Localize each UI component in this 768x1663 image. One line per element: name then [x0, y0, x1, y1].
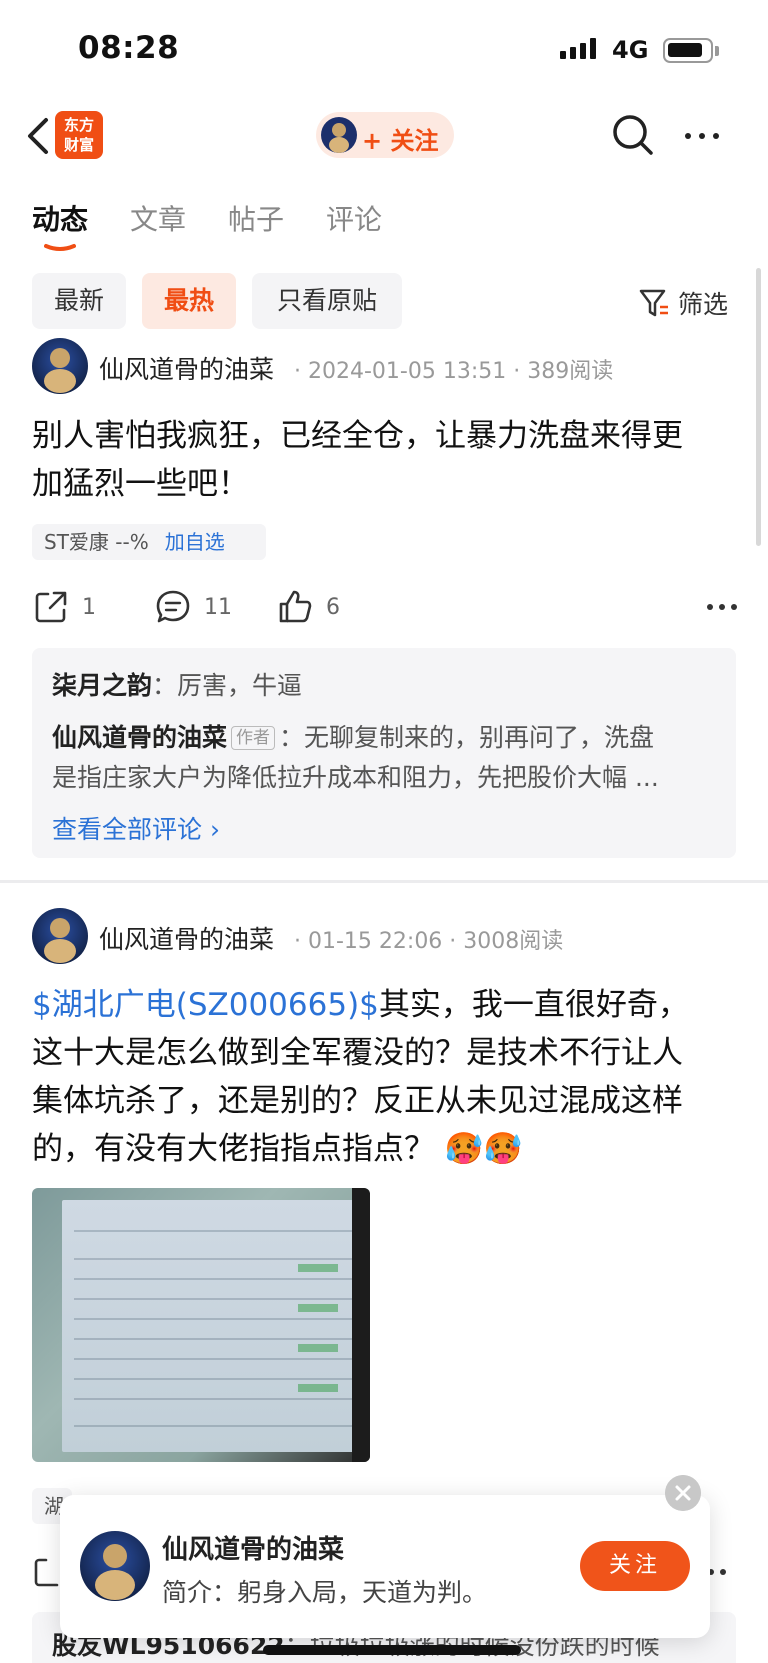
commenter-name[interactable]: 仙风道骨的油菜: [52, 723, 227, 752]
image-row: [74, 1318, 352, 1320]
image-cell: [298, 1304, 338, 1312]
post-meta: · 01-15 22:06 · 3008阅读: [294, 929, 564, 954]
image-cell: [298, 1384, 338, 1392]
comment-count: 11: [204, 594, 232, 620]
share-count: 1: [82, 594, 96, 620]
post-text-line: $湖北广电(SZ000665)$其实，我一直很好奇，: [32, 981, 740, 1029]
comment-line: 是指庄家大户为降低拉升成本和阻力，先把股价大幅 ...: [52, 763, 659, 792]
tab-articles[interactable]: 文章: [130, 198, 186, 238]
image-row: [74, 1425, 352, 1427]
more-icon[interactable]: [702, 585, 742, 629]
comment-icon: [156, 590, 190, 623]
status-time: 08:28: [78, 30, 180, 66]
post-text[interactable]: 别人害怕我疯狂，已经全仓，让暴力洗盘来得更 加猛烈一些吧！: [32, 412, 740, 508]
tabs: 动态 文章 帖子 评论: [0, 190, 768, 260]
post-author[interactable]: 仙风道骨的油菜: [99, 920, 274, 956]
post-author[interactable]: 仙风道骨的油菜: [99, 350, 274, 386]
filter-button[interactable]: 筛选: [638, 283, 728, 323]
post2-header: 仙风道骨的油菜 · 01-15 22:06 · 3008阅读: [32, 908, 752, 964]
comment-text: ：厉害，牛逼: [152, 671, 303, 700]
post1-header: 仙风道骨的油菜 · 2024-01-05 13:51 · 389阅读: [32, 338, 752, 394]
share-button[interactable]: 1: [32, 585, 96, 629]
post-text-line: 集体坑杀了，还是别的？反正从未见过混成这样: [32, 1083, 683, 1119]
avatar[interactable]: [80, 1531, 150, 1601]
post-image[interactable]: [32, 1188, 370, 1462]
post-text-line: 别人害怕我疯狂，已经全仓，让暴力洗盘来得更: [32, 418, 683, 454]
image-edge: [352, 1188, 370, 1462]
image-row: [74, 1278, 352, 1280]
tab-underline: [44, 244, 76, 251]
image-cell: [298, 1264, 338, 1272]
image-row: [74, 1338, 352, 1340]
nav-bar: 东方 财富 + 关注: [0, 100, 768, 172]
app-logo[interactable]: 东方 财富: [55, 111, 103, 159]
card-author-name[interactable]: 仙风道骨的油菜: [162, 1529, 344, 1566]
like-count: 6: [326, 594, 340, 620]
image-row: [74, 1398, 352, 1400]
avatar: [321, 117, 357, 153]
image-sheet: [62, 1200, 362, 1452]
more-icon[interactable]: [680, 114, 724, 158]
author-card[interactable]: 仙风道骨的油菜 简介：躬身入局，天道为判。 关注: [60, 1475, 710, 1638]
comment-line: 仙风道骨的油菜 作者 ：无聊复制来的，别再问了，洗盘: [52, 718, 654, 754]
comment-text: ：无聊复制来的，别再问了，洗盘: [279, 723, 655, 752]
avatar[interactable]: [32, 908, 88, 964]
add-watchlist-link[interactable]: 加自选: [165, 530, 225, 554]
comment-line: 柒月之韵：厉害，牛逼: [52, 666, 302, 702]
post1-actions: 1 11 6: [32, 585, 742, 629]
like-button[interactable]: 6: [276, 585, 340, 629]
filter-hot[interactable]: 最热: [142, 273, 236, 329]
filter-row: 最新 最热 只看原贴 筛选: [0, 273, 768, 329]
logo-line2: 财富: [63, 136, 94, 154]
home-indicator[interactable]: [263, 1645, 521, 1655]
share-icon: [35, 591, 67, 623]
post-text[interactable]: $湖北广电(SZ000665)$其实，我一直很好奇， 这十大是怎么做到全军覆没的…: [32, 981, 740, 1173]
comment-button[interactable]: 11: [154, 585, 232, 629]
filter-latest[interactable]: 最新: [32, 273, 126, 329]
image-row: [74, 1258, 352, 1260]
post-text-line: 这十大是怎么做到全军覆没的？是技术不行让人: [32, 1035, 683, 1071]
tab-posts[interactable]: 帖子: [228, 198, 284, 238]
image-cell: [298, 1344, 338, 1352]
post-text-line: 加猛烈一些吧！: [32, 466, 249, 502]
filter-icon: [639, 289, 668, 317]
battery-icon: [663, 38, 713, 63]
divider: [0, 880, 768, 883]
commenter-name[interactable]: 柒月之韵: [52, 671, 152, 700]
post-text-line: 的，有没有大佬指指点指点？ 🥵🥵: [32, 1131, 523, 1167]
tab-comments[interactable]: 评论: [326, 198, 382, 238]
image-row: [74, 1298, 352, 1300]
search-icon[interactable]: [610, 112, 656, 158]
stock-tag[interactable]: ST爱康 --% 加自选: [32, 524, 266, 560]
follow-button[interactable]: + 关注: [316, 112, 454, 158]
image-row: [74, 1378, 352, 1380]
comment-preview[interactable]: 柒月之韵：厉害，牛逼 仙风道骨的油菜 作者 ：无聊复制来的，别再问了，洗盘 是指庄家…: [32, 648, 736, 858]
image-row: [74, 1358, 352, 1360]
stock-link[interactable]: $湖北广电(SZ000665)$: [32, 987, 379, 1023]
post-text-segment: 其实，我一直很好奇，: [378, 987, 689, 1023]
card-follow-button[interactable]: 关注: [580, 1541, 690, 1591]
card-bio: 简介：躬身入局，天道为判。: [162, 1578, 488, 1607]
scrollbar[interactable]: [756, 268, 761, 546]
view-all-comments-link[interactable]: 查看全部评论 ›: [52, 810, 220, 846]
author-badge: 作者: [231, 726, 276, 750]
network-label: 4G: [612, 36, 649, 64]
filter-label: 筛选: [678, 290, 729, 319]
follow-label: + 关注: [362, 127, 439, 155]
battery-cap: [715, 46, 719, 56]
filter-original[interactable]: 只看原贴: [252, 273, 402, 329]
logo-line1: 东方: [63, 116, 94, 134]
signal-icon: [560, 38, 596, 59]
tab-dynamics[interactable]: 动态: [32, 198, 88, 238]
stock-tag-label: ST爱康 --%: [44, 530, 149, 554]
post-meta: · 2024-01-05 13:51 · 389阅读: [294, 359, 614, 384]
status-bar: 08:28 4G: [0, 0, 768, 100]
image-row: [74, 1230, 352, 1232]
avatar[interactable]: [32, 338, 88, 394]
thumbs-up-icon: [279, 590, 312, 623]
back-icon[interactable]: [18, 114, 58, 158]
close-icon[interactable]: [665, 1475, 701, 1511]
